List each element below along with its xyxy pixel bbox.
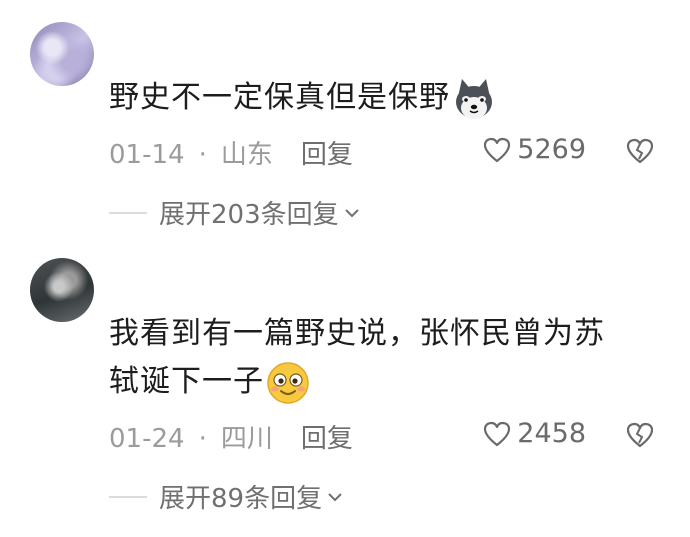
separator: · bbox=[198, 140, 207, 170]
comment-date: 01-24 bbox=[109, 424, 185, 454]
comment-location: 四川 bbox=[220, 424, 273, 454]
reply-button[interactable]: 回复 bbox=[301, 140, 353, 170]
broken-heart-icon bbox=[626, 138, 654, 164]
expand-replies-button[interactable]: 展开203条回复 bbox=[109, 194, 361, 231]
comment-text-line-1: 我看到有一篇野史说，张怀民曾为苏 bbox=[109, 316, 605, 351]
heart-icon bbox=[484, 137, 511, 162]
comment-meta: 01-24 · 四川 回复 bbox=[109, 418, 353, 455]
separator: · bbox=[198, 424, 207, 454]
chevron-down-icon bbox=[328, 492, 342, 501]
comment-text: 野史不一定保真但是保野 bbox=[109, 80, 450, 115]
expand-replies-button[interactable]: 展开89条回复 bbox=[109, 478, 344, 515]
comment-body: 野史不一定保真但是保野 bbox=[109, 74, 496, 122]
comment-meta: 01-14 · 山东 回复 bbox=[109, 134, 353, 171]
reply-button[interactable]: 回复 bbox=[301, 424, 353, 454]
dislike-button[interactable] bbox=[626, 138, 654, 168]
heart-icon bbox=[484, 421, 511, 446]
user-avatar[interactable] bbox=[30, 258, 94, 322]
comment-body-line-2: 轼诞下一子 bbox=[109, 358, 310, 406]
user-avatar[interactable] bbox=[30, 22, 94, 86]
divider-line bbox=[109, 495, 147, 498]
comment-text-line-2: 轼诞下一子 bbox=[109, 364, 264, 399]
like-button[interactable]: 5269 bbox=[483, 134, 586, 165]
divider-line bbox=[109, 211, 147, 214]
broken-heart-icon bbox=[626, 422, 654, 448]
husky-dog-emoji-icon bbox=[452, 77, 496, 121]
comment-location: 山东 bbox=[220, 140, 273, 170]
comment-body: 我看到有一篇野史说，张怀民曾为苏 bbox=[109, 310, 605, 358]
expand-replies-label: 展开203条回复 bbox=[159, 200, 339, 230]
like-count: 2458 bbox=[517, 418, 586, 449]
dislike-button[interactable] bbox=[626, 422, 654, 452]
chevron-down-icon bbox=[344, 208, 359, 217]
comment-date: 01-14 bbox=[109, 140, 185, 170]
expand-replies-label: 展开89条回复 bbox=[159, 484, 323, 514]
smile-emoji-icon bbox=[266, 361, 310, 405]
like-button[interactable]: 2458 bbox=[483, 418, 586, 449]
like-count: 5269 bbox=[517, 134, 586, 165]
